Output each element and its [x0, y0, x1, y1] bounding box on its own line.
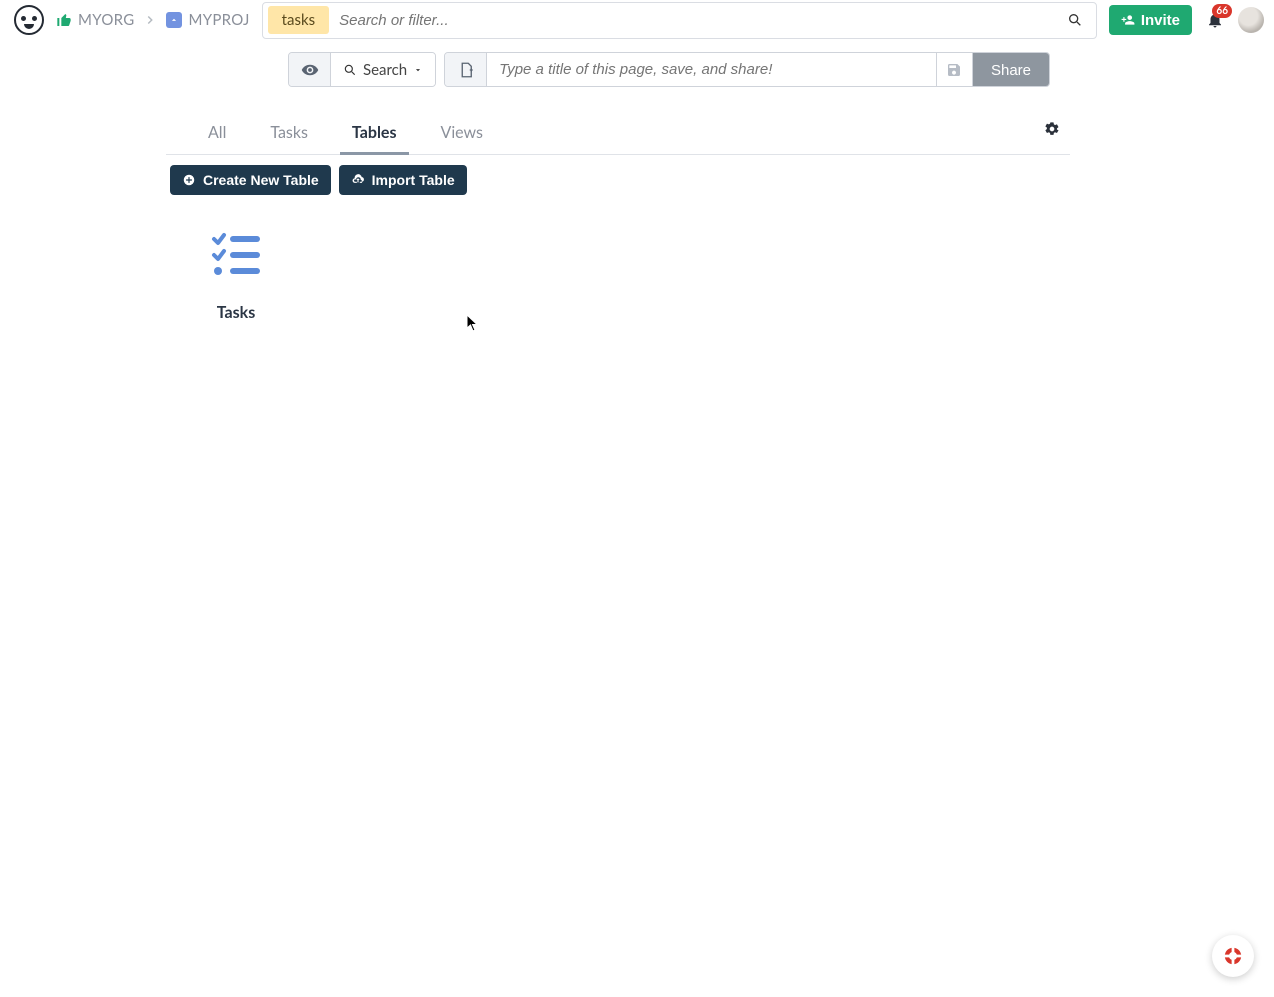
cloud-upload-icon	[351, 173, 365, 187]
visibility-button[interactable]	[289, 53, 331, 86]
notifications-button[interactable]: 66	[1204, 8, 1226, 32]
avatar[interactable]	[1238, 7, 1264, 33]
invite-button[interactable]: Invite	[1109, 5, 1192, 35]
top-bar: MYORG MYPROJ tasks Invite 66	[0, 0, 1274, 40]
breadcrumb-org-label: MYORG	[78, 11, 134, 29]
search-tag[interactable]: tasks	[268, 6, 329, 34]
tab-all[interactable]: All	[186, 113, 248, 154]
view-search-group: Search	[288, 52, 436, 87]
lifebuoy-icon	[1222, 945, 1244, 967]
search-icon[interactable]	[1060, 12, 1090, 28]
invite-label: Invite	[1141, 12, 1180, 29]
user-plus-icon	[1121, 13, 1135, 27]
notification-badge: 66	[1212, 4, 1232, 18]
project-icon	[166, 12, 182, 28]
tasks-list-icon	[210, 231, 262, 277]
breadcrumb-project-label: MYPROJ	[188, 11, 249, 29]
help-widget[interactable]	[1212, 935, 1254, 977]
table-card-title: Tasks	[170, 303, 302, 322]
logo-icon[interactable]	[14, 5, 44, 35]
tab-tasks[interactable]: Tasks	[248, 113, 330, 154]
import-table-label: Import Table	[372, 172, 455, 188]
gear-icon	[1044, 121, 1060, 137]
caret-down-icon	[413, 65, 423, 75]
tab-tables[interactable]: Tables	[330, 113, 419, 154]
save-icon	[946, 62, 962, 78]
table-card-tasks[interactable]: Tasks	[170, 221, 302, 336]
search-dropdown[interactable]: Search	[331, 53, 435, 86]
chevron-right-icon	[142, 12, 158, 28]
import-table-button[interactable]: Import Table	[339, 165, 467, 195]
page-title-input[interactable]	[487, 53, 936, 86]
thumbs-up-icon	[56, 12, 72, 28]
create-table-button[interactable]: Create New Table	[170, 165, 331, 195]
eye-icon	[301, 61, 319, 79]
breadcrumb-org[interactable]: MYORG	[56, 11, 134, 29]
search-icon	[343, 63, 357, 77]
create-table-label: Create New Table	[203, 172, 319, 188]
table-actions: Create New Table Import Table	[170, 165, 1274, 195]
page-toolbar: Search Share	[288, 52, 1050, 87]
tab-views[interactable]: Views	[419, 113, 505, 154]
tabs-settings-button[interactable]	[1044, 121, 1060, 141]
table-cards: Tasks	[170, 221, 1274, 336]
search-dropdown-label: Search	[363, 61, 407, 79]
page-bookmark-button[interactable]	[445, 53, 487, 86]
page-plus-icon	[457, 61, 475, 79]
page-title-group: Share	[444, 52, 1050, 87]
search-input[interactable]	[339, 12, 1050, 29]
breadcrumb: MYORG MYPROJ	[56, 11, 250, 29]
global-search[interactable]: tasks	[262, 2, 1097, 39]
save-page-button[interactable]	[936, 53, 972, 86]
tabs: All Tasks Tables Views	[166, 113, 1070, 155]
share-button[interactable]: Share	[972, 53, 1049, 87]
breadcrumb-project[interactable]: MYPROJ	[166, 11, 249, 29]
plus-circle-icon	[182, 173, 196, 187]
